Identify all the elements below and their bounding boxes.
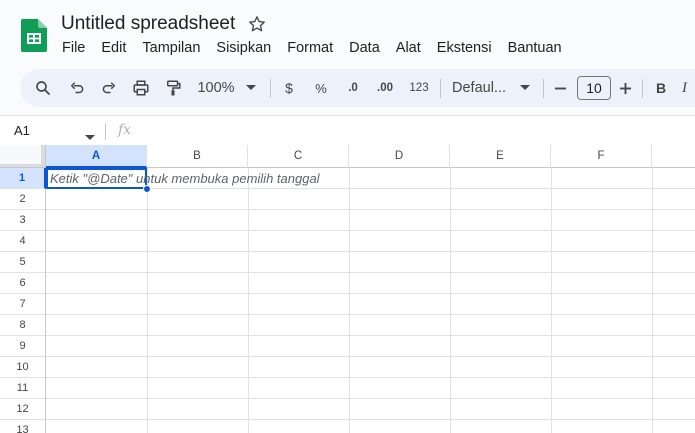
undo-icon[interactable] [66, 69, 88, 107]
menu-file[interactable]: File [54, 38, 93, 60]
bold-button[interactable]: B [652, 69, 670, 107]
grid-line [46, 419, 695, 420]
row-header-9[interactable]: 9 [0, 336, 46, 357]
grid-line [652, 168, 653, 433]
menu-format[interactable]: Format [279, 38, 341, 60]
search-icon[interactable] [32, 69, 54, 107]
row-header-13[interactable]: 13 [0, 420, 46, 433]
italic-label: I [682, 79, 687, 96]
toolbar-divider [543, 79, 544, 98]
toolbar-divider [642, 79, 643, 98]
grid-line [551, 168, 552, 433]
grid-line [450, 168, 451, 433]
paint-format-icon[interactable] [162, 69, 184, 107]
dropdown-icon[interactable] [85, 128, 95, 146]
increase-decimal-button[interactable]: .00 [372, 69, 398, 107]
italic-button[interactable]: I [682, 69, 695, 107]
grid-line [349, 168, 350, 433]
grid-line [46, 356, 695, 357]
date-hint-text: Ketik "@Date" untuk membuka pemilih tang… [50, 171, 320, 186]
bold-label: B [655, 80, 667, 96]
font-size-input[interactable]: 10 [577, 76, 611, 100]
grid-line [46, 335, 695, 336]
menu-tools[interactable]: Alat [388, 38, 429, 60]
column-header-e[interactable]: E [450, 145, 551, 168]
star-icon[interactable] [248, 15, 266, 33]
fill-handle[interactable] [143, 185, 151, 193]
percent-format-button[interactable]: % [312, 69, 330, 107]
menu-bar: File Edit Tampilan Sisipkan Format Data … [54, 38, 570, 60]
row-header-4[interactable]: 4 [0, 231, 46, 252]
row-header-7[interactable]: 7 [0, 294, 46, 315]
grid-line [46, 398, 695, 399]
dropdown-icon[interactable] [244, 69, 258, 107]
sheets-logo-icon[interactable] [21, 19, 47, 52]
grid-line [248, 168, 249, 433]
row-header-10[interactable]: 10 [0, 357, 46, 378]
number-format-button[interactable]: 123 [406, 69, 432, 107]
fx-icon: fx [118, 122, 132, 138]
grid-line [46, 209, 695, 210]
column-header-c[interactable]: C [248, 145, 349, 168]
formula-bar: A1 fx [0, 115, 695, 145]
percent-label: % [315, 80, 327, 96]
grid-line [46, 251, 695, 252]
redo-icon[interactable] [98, 69, 120, 107]
grid-line [46, 314, 695, 315]
grid-line [46, 272, 695, 273]
print-icon[interactable] [130, 69, 152, 107]
minus-icon[interactable] [551, 69, 569, 107]
row-header-8[interactable]: 8 [0, 315, 46, 336]
menu-view[interactable]: Tampilan [134, 38, 208, 60]
name-box[interactable]: A1 [14, 123, 30, 138]
grid-line [46, 230, 695, 231]
row-header-12[interactable]: 12 [0, 399, 46, 420]
menu-help[interactable]: Bantuan [500, 38, 570, 60]
menu-edit[interactable]: Edit [93, 38, 134, 60]
column-header-g[interactable] [652, 145, 695, 168]
freeze-row-handle[interactable] [0, 164, 45, 167]
grid-line [46, 293, 695, 294]
column-header-d[interactable]: D [349, 145, 450, 168]
row-header-1[interactable]: 1 [0, 168, 46, 189]
row-header-3[interactable]: 3 [0, 210, 46, 231]
zoom-value: 100% [197, 80, 235, 96]
font-family-select[interactable]: Defaul... [452, 69, 514, 107]
select-all-corner[interactable] [0, 145, 46, 168]
increase-decimal-label: .00 [377, 82, 393, 94]
zoom-select[interactable]: 100% [194, 69, 238, 107]
column-header-f[interactable]: F [551, 145, 652, 168]
currency-label: $ [285, 80, 293, 96]
toolbar-divider [440, 79, 441, 98]
app-header: Untitled spreadsheet File Edit Tampilan … [0, 0, 695, 66]
plus-icon[interactable] [616, 69, 634, 107]
decrease-decimal-label: .0 [348, 82, 358, 94]
column-header-a[interactable]: A [46, 145, 147, 168]
menu-extensions[interactable]: Ekstensi [429, 38, 500, 60]
dropdown-icon[interactable] [519, 69, 531, 107]
formula-divider [105, 123, 106, 140]
currency-format-button[interactable]: $ [280, 69, 298, 107]
row-header-2[interactable]: 2 [0, 189, 46, 210]
decrease-decimal-button[interactable]: .0 [340, 69, 366, 107]
toolbar-divider [270, 79, 271, 98]
menu-insert[interactable]: Sisipkan [208, 38, 279, 60]
row-header-6[interactable]: 6 [0, 273, 46, 294]
grid-line [46, 377, 695, 378]
grid-line [147, 168, 148, 433]
row-header-11[interactable]: 11 [0, 378, 46, 399]
menu-data[interactable]: Data [341, 38, 388, 60]
number-format-label: 123 [409, 82, 429, 94]
font-family-value: Defaul... [452, 80, 506, 96]
spreadsheet-grid[interactable]: A B C D E F 1 2 3 4 5 6 7 8 9 10 11 12 1… [0, 145, 695, 433]
column-header-b[interactable]: B [147, 145, 248, 168]
document-title[interactable]: Untitled spreadsheet [61, 13, 235, 35]
row-header-5[interactable]: 5 [0, 252, 46, 273]
